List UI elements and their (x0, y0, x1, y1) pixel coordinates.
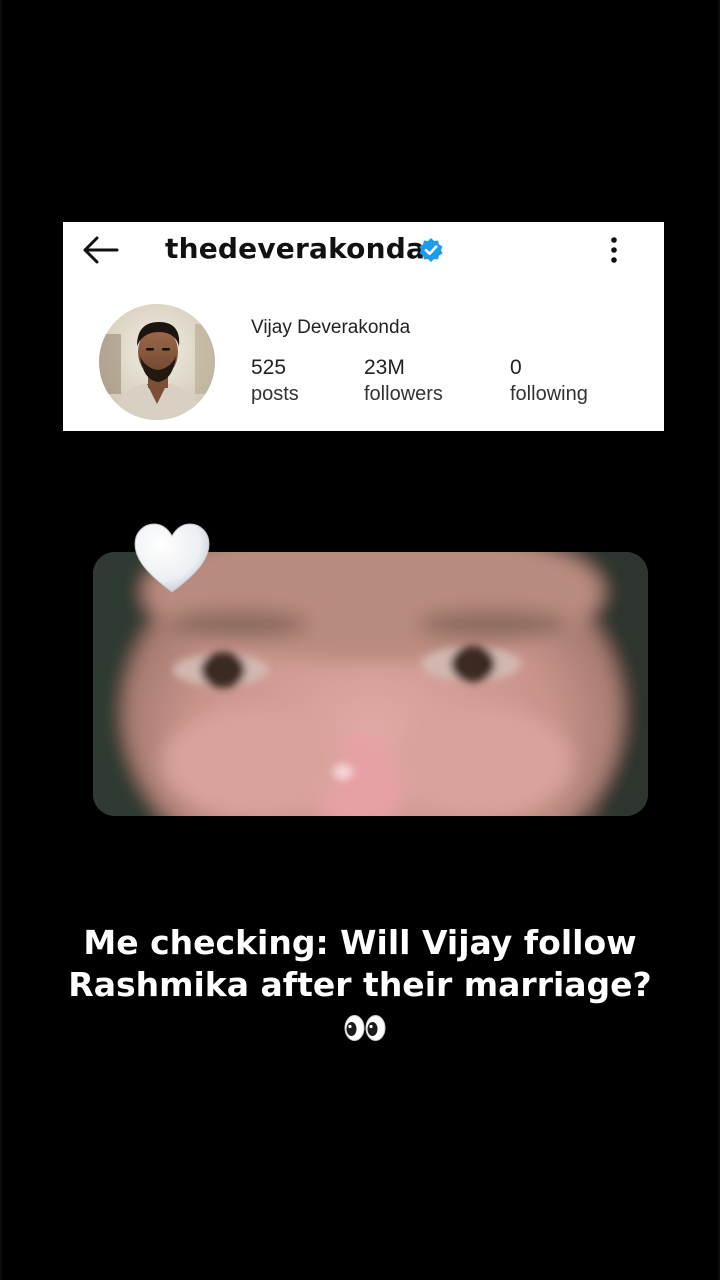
arrow-left-icon (83, 236, 119, 264)
followers-count: 23M (364, 356, 405, 379)
posts-label: posts (251, 383, 299, 405)
back-button[interactable] (81, 234, 121, 266)
eyes-emoji-icon (344, 1015, 386, 1041)
white-heart-icon (134, 523, 210, 593)
posts-count: 525 (251, 356, 287, 379)
followers-stat[interactable]: 23M followers (364, 356, 443, 408)
profile-display-name: Vijay Deverakonda (251, 317, 411, 338)
posts-stat[interactable]: 525 posts (251, 356, 299, 408)
following-count: 0 (510, 356, 522, 379)
profile-card: thedeverakonda Vijay Deverakonda 525 pos… (63, 222, 664, 431)
following-stat[interactable]: 0 following (510, 356, 588, 408)
more-options-button[interactable] (601, 234, 627, 266)
video-caption: Me checking: Will Vijay follow Rashmika … (68, 923, 652, 1004)
verified-badge-icon (419, 238, 443, 262)
left-edge (0, 0, 2, 1280)
more-vertical-icon (611, 237, 617, 263)
following-label: following (510, 383, 588, 405)
profile-username: thedeverakonda (165, 232, 426, 265)
profile-avatar[interactable] (99, 304, 215, 420)
followers-label: followers (364, 383, 443, 405)
